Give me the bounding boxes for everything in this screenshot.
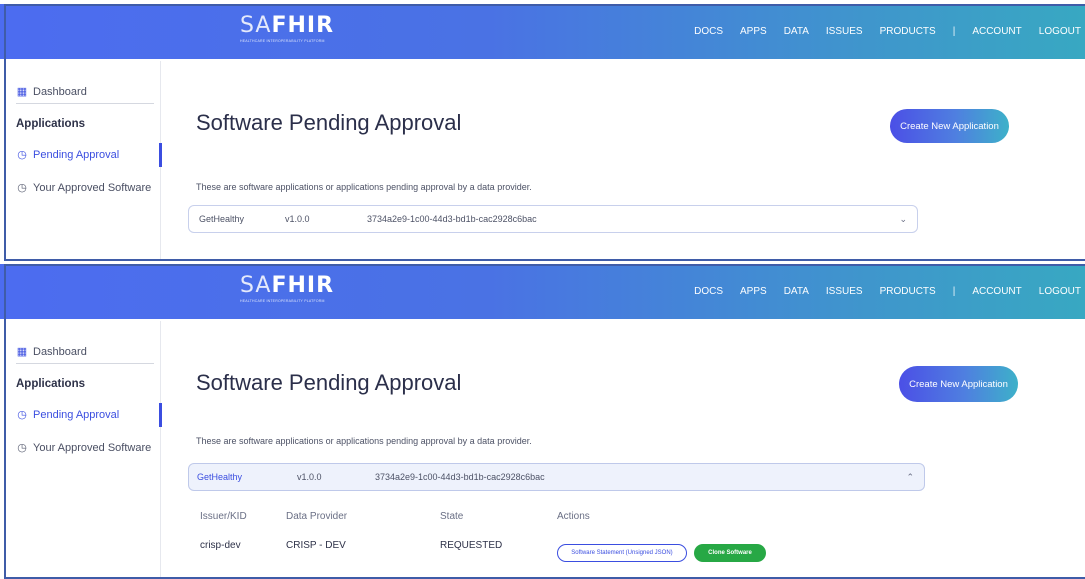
panel-border: [4, 264, 1085, 579]
panel-collapsed: SAFHIR HEALTHCARE INTEROPERABILITY PLATF…: [0, 4, 1085, 261]
panel-expanded: SAFHIR HEALTHCARE INTEROPERABILITY PLATF…: [0, 264, 1085, 579]
panel-border: [4, 4, 1085, 261]
